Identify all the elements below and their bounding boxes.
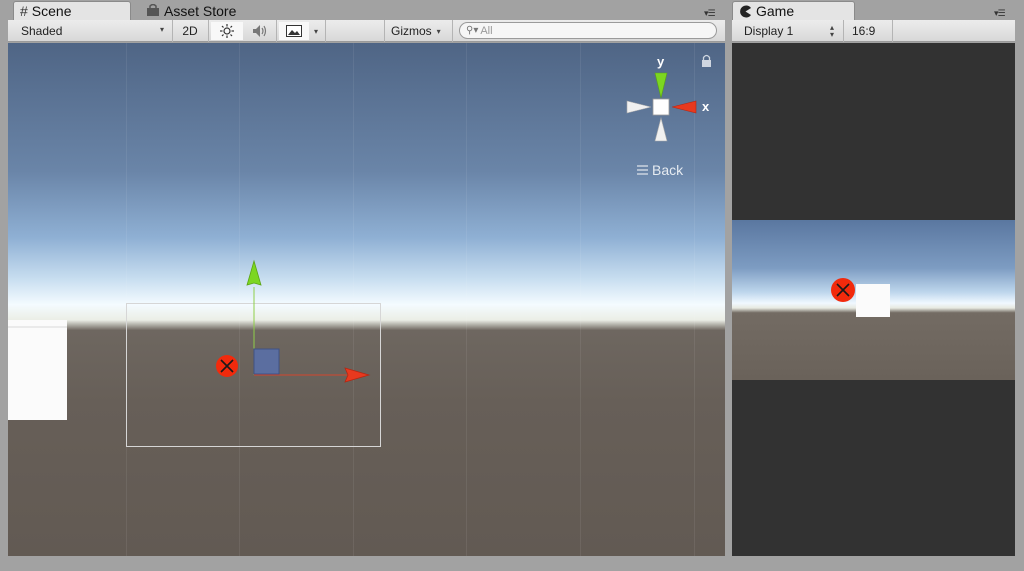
tab-game[interactable]: Game [732,1,855,20]
status-bar [0,558,1024,571]
game-render-area[interactable] [732,220,1015,380]
divider [208,20,209,42]
divider [892,20,893,42]
scene-tabbar: # Scene Asset Store ▾☰ [0,0,728,20]
game-toolbar: Display 1 ▴ ▾ 16:9 [732,20,1015,42]
audio-toggle[interactable] [246,22,274,40]
divider [325,20,326,42]
chevron-down-icon: ▾ [313,26,318,36]
tab-asset-store[interactable]: Asset Store [140,1,260,20]
divider [452,20,453,42]
sun-icon [220,24,234,38]
chevron-updown-icon: ▴ ▾ [830,23,835,39]
gizmo-center-cube[interactable] [652,98,670,116]
display-dropdown[interactable]: Display 1 ▴ ▾ [736,22,840,40]
aspect-value: 16:9 [852,24,876,38]
effects-toggle[interactable] [279,22,309,40]
store-bag-icon [147,4,159,16]
white-cube-object[interactable] [8,320,67,420]
gizmos-label: Gizmos [391,24,432,38]
divider [384,20,385,42]
view-mode-label[interactable]: Back [637,162,684,178]
divider [172,20,173,42]
gizmo-y-label: y [657,54,665,69]
menu-icon [637,165,648,175]
scene-panel-menu-icon[interactable]: ▾☰ [704,8,716,19]
tab-asset-store-label: Asset Store [164,2,237,19]
orientation-gizmo[interactable]: y x [626,54,710,142]
divider [843,20,844,42]
grid-icon: # [20,3,28,19]
game-overlay [831,278,890,317]
lighting-toggle[interactable] [211,22,243,40]
search-input[interactable]: ⚲▾ All [459,22,717,39]
gizmo-neg-x-cone[interactable] [626,100,652,114]
chevron-down-icon: ▾ [160,25,165,34]
game-viewport[interactable] [732,43,1015,556]
game-tabbar: Game ▾☰ [728,0,1024,20]
tab-scene-label: Scene [31,3,72,19]
divider [276,20,277,42]
move-plane-handle[interactable] [253,348,280,375]
pacman-icon [740,5,751,17]
white-cube-object [856,284,890,317]
image-icon [286,25,302,37]
view-mode-text: Back [652,162,684,178]
aspect-dropdown[interactable]: 16:9 [848,22,888,40]
y-axis-arrow-handle[interactable] [246,259,262,286]
shading-mode-dropdown[interactable]: Shaded ▾ [12,22,168,40]
scene-overlay: y x Back [8,54,711,447]
gizmo-x-cone[interactable] [671,100,697,114]
scene-viewport[interactable]: y x Back [8,43,725,556]
toggle-2d-button[interactable]: 2D [176,22,204,40]
display-value: Display 1 [744,24,794,38]
gizmos-dropdown[interactable]: Gizmos ▾ [388,22,450,40]
game-panel-menu-icon[interactable]: ▾☰ [994,8,1006,19]
gizmo-x-label: x [702,99,710,114]
shading-mode-value: Shaded [21,24,63,38]
toggle-2d-label: 2D [182,24,198,38]
tab-game-label: Game [756,3,795,19]
speaker-icon [253,25,267,37]
search-icon: ⚲▾ [466,25,479,36]
tab-scene[interactable]: # Scene [13,1,131,20]
search-placeholder: All [480,24,493,37]
effects-dropdown[interactable]: ▾ [309,22,323,40]
lock-icon[interactable] [702,54,711,68]
x-axis-arrow-handle[interactable] [344,367,371,383]
gizmo-neg-y-cone[interactable] [654,116,668,142]
chevron-down-icon: ▾ [436,26,441,36]
scene-toolbar: Shaded ▾ 2D ▾ Gizmos ▾ ⚲▾ All [8,20,725,42]
gizmo-y-cone[interactable] [654,72,668,99]
